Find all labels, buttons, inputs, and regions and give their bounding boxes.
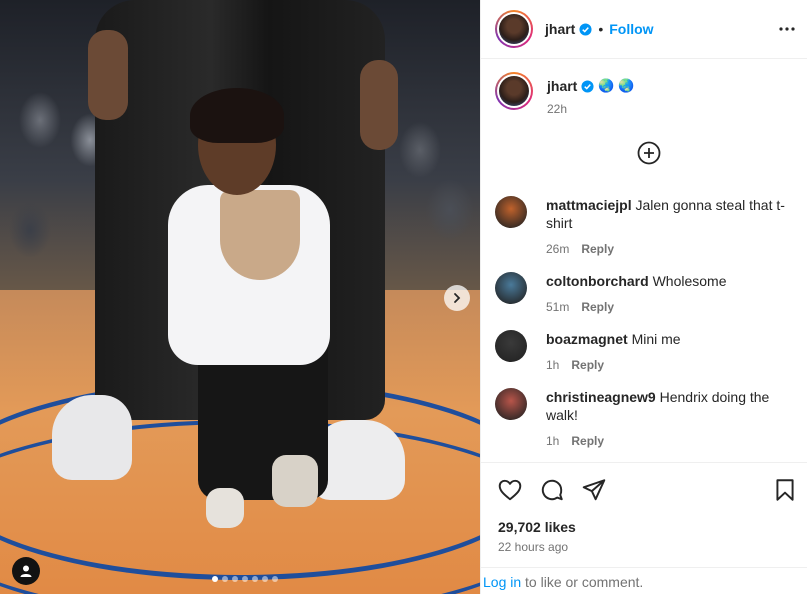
- comment-text: Mini me: [631, 331, 681, 347]
- caption: jhart 🌏 🌏 22h: [495, 72, 634, 116]
- comment-item: mattmaciejpl Jalen gonna steal that t-sh…: [495, 196, 795, 258]
- login-prompt: Log in to like or comment.: [481, 567, 807, 594]
- post-photo[interactable]: [0, 0, 480, 594]
- comment-bubble-icon[interactable]: [539, 477, 565, 503]
- likes-count[interactable]: 29,702 likes: [498, 519, 576, 535]
- comment-text: Wholesome: [652, 273, 727, 289]
- kid-bib: [220, 190, 300, 280]
- caption-time: 22h: [547, 102, 568, 116]
- comment-item: coltonborchard Wholesome 51m Reply: [495, 272, 795, 316]
- carousel-dot: [252, 576, 258, 582]
- carousel-dots: [212, 576, 278, 582]
- comment-time: 1h: [546, 358, 560, 372]
- carousel-dot: [272, 576, 278, 582]
- header-username[interactable]: jhart: [545, 21, 575, 37]
- comment-avatar[interactable]: [495, 330, 527, 362]
- chevron-right-icon: [454, 293, 461, 303]
- caption-username[interactable]: jhart: [547, 78, 577, 94]
- comment-time: 26m: [546, 242, 570, 256]
- more-options-icon[interactable]: [778, 20, 796, 38]
- like-heart-icon[interactable]: [497, 477, 523, 503]
- verified-badge-icon: [581, 79, 594, 93]
- posted-time: 22 hours ago: [498, 540, 569, 554]
- reply-button[interactable]: Reply: [571, 432, 604, 450]
- comment-time: 51m: [546, 300, 570, 314]
- comments-list: mattmaciejpl Jalen gonna steal that t-sh…: [495, 196, 795, 462]
- verified-badge-icon: [579, 22, 592, 36]
- login-text: to like or comment.: [521, 574, 644, 590]
- reply-button[interactable]: Reply: [581, 240, 614, 258]
- login-link[interactable]: Log in: [483, 574, 521, 590]
- post-panel: jhart • Follow jhart 🌏 🌏 22h mattmaciejp…: [480, 0, 807, 594]
- share-send-icon[interactable]: [581, 477, 607, 503]
- carousel-dot: [232, 576, 238, 582]
- caption-emojis: 🌏 🌏: [598, 78, 635, 93]
- comment-item: christineagnew9 Hendrix doing the walk! …: [495, 388, 795, 450]
- comment-username[interactable]: christineagnew9: [546, 389, 656, 405]
- comment-avatar[interactable]: [495, 196, 527, 228]
- kid-shoe: [272, 455, 318, 507]
- kid-shoe: [206, 488, 244, 528]
- separator: •: [598, 21, 604, 37]
- action-bar: 29,702 likes 22 hours ago Log in to like…: [481, 462, 807, 594]
- comment-item: boazmagnet Mini me 1h Reply: [495, 330, 795, 374]
- carousel-dot: [262, 576, 268, 582]
- follow-button[interactable]: Follow: [609, 21, 653, 37]
- carousel-dot: [212, 576, 218, 582]
- load-more-comments-icon[interactable]: [637, 141, 661, 165]
- carousel-dot: [222, 576, 228, 582]
- post-header: jhart • Follow: [481, 0, 807, 59]
- comment-username[interactable]: boazmagnet: [546, 331, 628, 347]
- avatar[interactable]: [495, 72, 533, 110]
- tagged-users-button[interactable]: [12, 557, 40, 585]
- next-photo-button[interactable]: [444, 285, 470, 311]
- bookmark-icon[interactable]: [772, 477, 798, 503]
- comment-username[interactable]: coltonborchard: [546, 273, 649, 289]
- adult-hand: [88, 30, 128, 120]
- comment-username[interactable]: mattmaciejpl: [546, 197, 632, 213]
- comment-avatar[interactable]: [495, 388, 527, 420]
- comment-avatar[interactable]: [495, 272, 527, 304]
- reply-button[interactable]: Reply: [581, 298, 614, 316]
- comment-time: 1h: [546, 434, 560, 448]
- adult-shoe: [52, 395, 132, 480]
- user-icon: [20, 565, 32, 577]
- reply-button[interactable]: Reply: [571, 356, 604, 374]
- kid-hair: [190, 88, 284, 143]
- carousel-dot: [242, 576, 248, 582]
- adult-hand: [360, 60, 398, 150]
- avatar[interactable]: [495, 10, 533, 48]
